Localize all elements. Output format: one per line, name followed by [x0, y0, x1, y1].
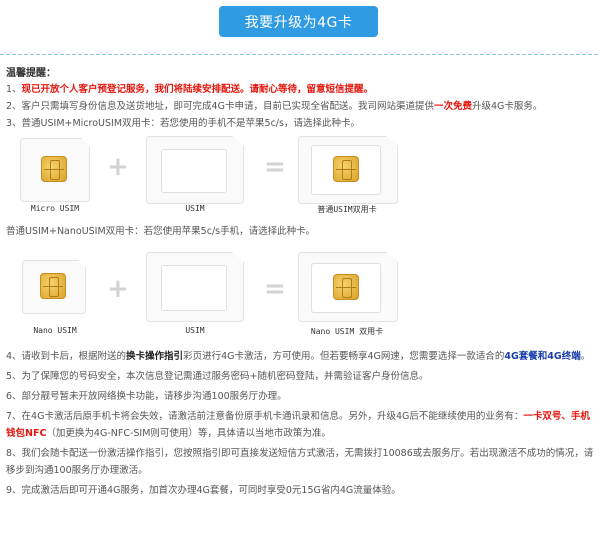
notice-item-7: 7、在4G卡激活后原手机卡将会失效，请激活前注意备份原手机卡通讯录和信息。另外，…: [6, 411, 590, 439]
notice-item-2: 2、客户只需填写身份信息及送货地址，即可完成4G卡申请，目前已实现全省配送。我司…: [6, 101, 543, 112]
chip-icon: [41, 156, 67, 182]
usim-slot: [161, 265, 227, 311]
chip-icon: [40, 273, 66, 299]
notice-item-8: 8、我们会随卡配送一份激活操作指引，您按照指引即可直接发送短信方式激活，无需拨打…: [6, 448, 594, 476]
notice-item-1: 1、现已开放个人客户预登记服务，我们将陆续安排配送。请耐心等待，留意短信提醒。: [6, 84, 374, 95]
usim-label: USIM: [185, 204, 205, 213]
header: 我要升级为4G卡: [0, 0, 600, 56]
notice-item-6: 6、部分靓号暂未开放网络换卡功能，请移步沟通100服务厅办理。: [6, 391, 287, 402]
dual-nano-usim-card: [298, 252, 398, 322]
plus-icon: +: [107, 274, 129, 304]
chip-icon: [333, 274, 359, 300]
equals-icon: =: [264, 152, 286, 182]
notice-title: 温馨提醒：: [6, 68, 56, 79]
sim-diagram-micro: Micro USIM + USIM = 普通USIM双用卡: [6, 134, 594, 219]
sim-diagram-nano: Nano USIM + USIM = Nano USIM 双用卡: [6, 242, 594, 344]
usim-label: USIM: [185, 326, 205, 335]
nano-usim-card: [22, 260, 86, 314]
divider: [0, 54, 600, 55]
dual-usim-card: [298, 136, 398, 204]
equals-icon: =: [264, 274, 286, 304]
usim-card: [146, 136, 244, 204]
notice-item-3: 3、普通USIM+MicroUSIM双用卡：若您使用的手机不是苹果5c/s，请选…: [6, 118, 360, 129]
plus-icon: +: [107, 152, 129, 182]
chip-icon: [333, 156, 359, 182]
micro-usim-card: [20, 138, 90, 202]
micro-usim-label: Micro USIM: [30, 204, 80, 213]
notice-item-5: 5、为了保障您的号码安全，本次信息登记需通过服务密码+随机密码登陆，并需验证客户…: [6, 371, 429, 382]
usim-card: [146, 252, 244, 322]
notice-panel: 温馨提醒： 1、现已开放个人客户预登记服务，我们将陆续安排配送。请耐心等待，留意…: [6, 60, 594, 499]
notice-item-3b: 普通USIM+NanoUSIM双用卡：若您使用苹果5c/s手机，请选择此种卡。: [6, 226, 316, 237]
notice-item-4: 4、请收到卡后，根据附送的换卡操作指引彩页进行4G卡激活，方可使用。但若要畅享4…: [6, 351, 591, 362]
dual-usim-label: 普通USIM双用卡: [317, 205, 377, 214]
dual-nano-usim-label: Nano USIM 双用卡: [310, 327, 384, 336]
notice-item-9: 9、完成激活后即可开通4G服务，加首次办理4G套餐，可同时享受0元15G省内4G…: [6, 485, 401, 496]
usim-slot: [161, 149, 227, 193]
upgrade-4g-button[interactable]: 我要升级为4G卡: [219, 6, 378, 37]
nano-usim-label: Nano USIM: [33, 326, 77, 335]
